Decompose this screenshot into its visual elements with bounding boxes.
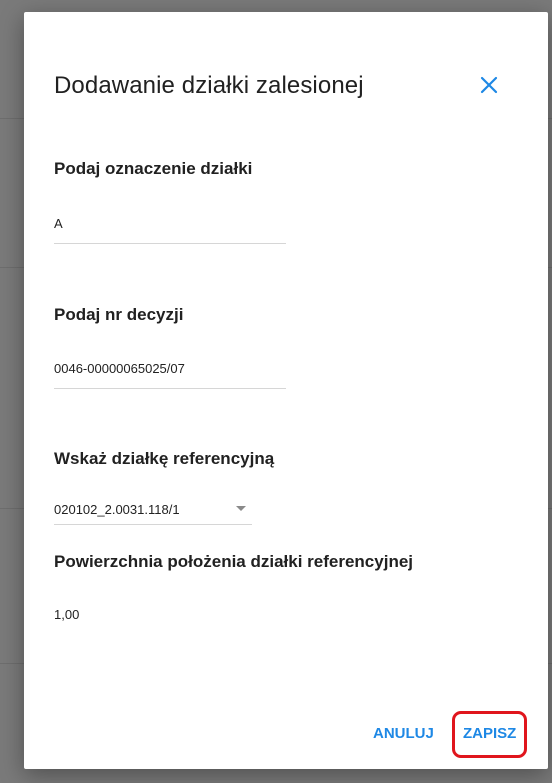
reference-plot-label: Wskaż działkę referencyjną — [54, 449, 275, 468]
close-icon — [480, 76, 498, 94]
add-forested-plot-dialog: Dodawanie działki zalesionej Podaj oznac… — [24, 12, 548, 769]
decision-number-field[interactable]: 0046-00000065025/07 — [54, 354, 286, 389]
plot-designation-label: Podaj oznaczenie działki — [54, 159, 253, 178]
plot-designation-field[interactable]: A — [54, 209, 286, 244]
reference-plot-selected: 020102_2.0031.118/1 — [54, 502, 180, 517]
cancel-button[interactable]: ANULUJ — [373, 725, 434, 742]
decision-number-value: 0046-00000065025/07 — [54, 361, 185, 376]
reference-area-label: Powierzchnia położenia działki referency… — [54, 552, 414, 571]
save-button-highlight — [452, 711, 527, 758]
dialog-title: Dodawanie działki zalesionej — [54, 72, 364, 99]
plot-designation-value: A — [54, 216, 63, 231]
caret-down-icon — [236, 506, 246, 511]
reference-plot-select[interactable]: 020102_2.0031.118/1 — [54, 496, 252, 525]
reference-area-value: 1,00 — [54, 607, 80, 622]
decision-number-label: Podaj nr decyzji — [54, 305, 184, 324]
close-button[interactable] — [474, 70, 504, 100]
